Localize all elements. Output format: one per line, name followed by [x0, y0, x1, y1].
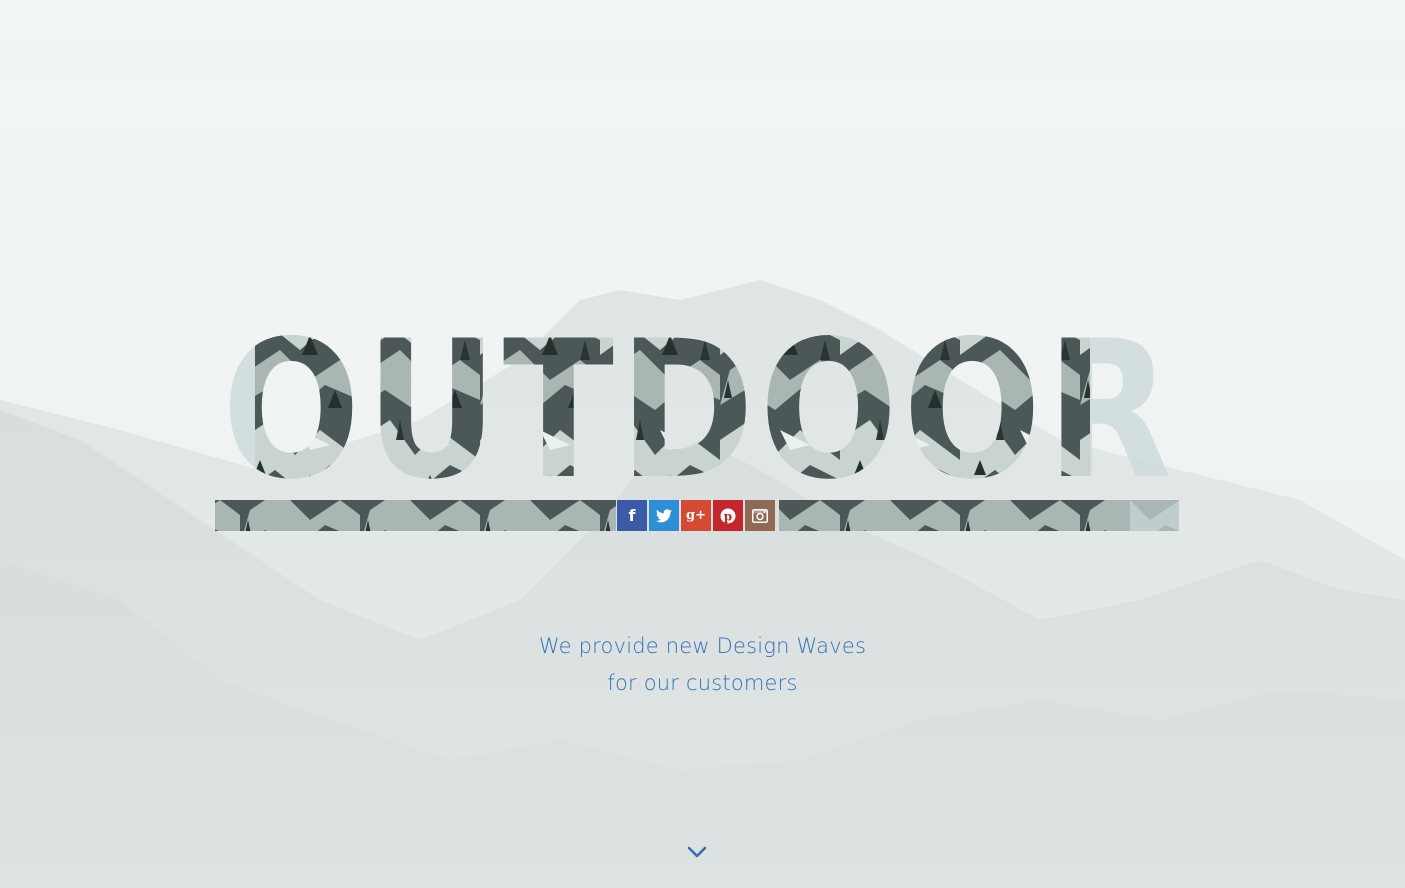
- chevron-down-icon[interactable]: [686, 844, 708, 860]
- pinterest-icon: p: [720, 508, 736, 523]
- mountain-background: OUTDOOR OUTDOOR: [0, 0, 1405, 888]
- camera-icon: [752, 508, 768, 523]
- twitter-icon: [656, 508, 672, 522]
- svg-text:p: p: [724, 509, 732, 523]
- tagline: We provide new Design Waves for our cust…: [0, 628, 1405, 702]
- twitter-button[interactable]: [649, 500, 679, 531]
- outdoor-title-letters: OUTDOOR OUTDOOR: [222, 300, 1177, 521]
- instagram-button[interactable]: [745, 500, 775, 531]
- page-title: OUTDOOR: [222, 300, 1177, 521]
- social-links: f g+ p: [617, 500, 775, 531]
- tagline-line-1: We provide new Design Waves: [538, 634, 867, 658]
- facebook-icon: f: [628, 506, 636, 525]
- google-plus-button[interactable]: g+: [681, 500, 711, 531]
- pinterest-button[interactable]: p: [713, 500, 743, 531]
- facebook-button[interactable]: f: [617, 500, 647, 531]
- hero-section: OUTDOOR OUTDOOR f g+ p We provide new De…: [0, 0, 1405, 888]
- google-plus-icon: g+: [686, 508, 706, 523]
- tagline-line-2: for our customers: [607, 671, 798, 695]
